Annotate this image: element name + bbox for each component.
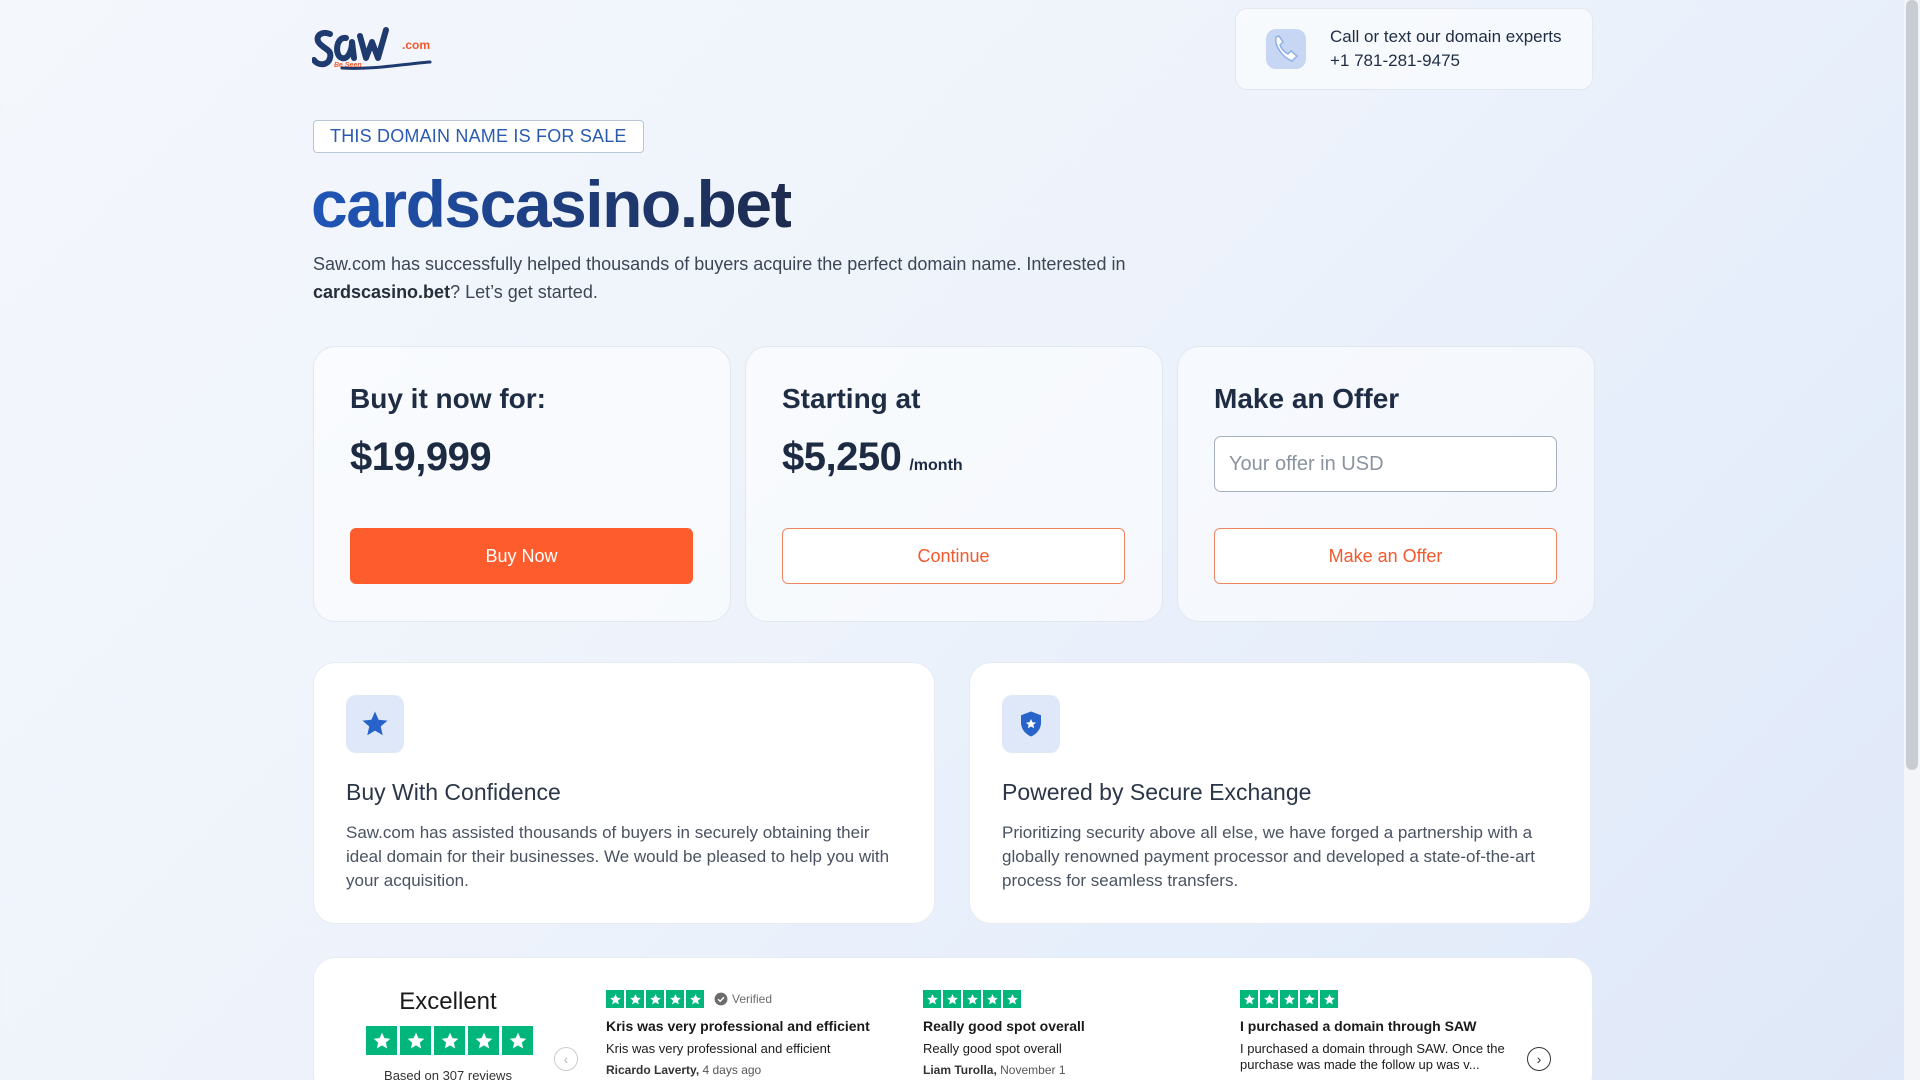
review-stars [1240, 990, 1530, 1008]
feature-card-confidence: Buy With Confidence Saw.com has assisted… [313, 662, 935, 924]
review-card[interactable]: Really good spot overall Really good spo… [923, 990, 1213, 1077]
next-review-arrow-icon[interactable]: › [1527, 1047, 1551, 1071]
lease-card: Starting at $5,250/month Continue [745, 346, 1163, 622]
domain-title: cardscasino.bet [311, 167, 793, 241]
review-stars: Verified [606, 990, 896, 1008]
review-date: 4 days ago [702, 1063, 762, 1077]
lease-period: /month [909, 457, 963, 474]
star-icon [468, 1026, 499, 1055]
star-icon [943, 990, 961, 1008]
star-icon [963, 990, 981, 1008]
contact-label: Call or text our domain experts [1330, 27, 1562, 46]
lease-title: Starting at [782, 383, 921, 414]
review-title: Kris was very professional and efficient [606, 1018, 870, 1034]
offer-card: Make an Offer Make an Offer [1177, 346, 1595, 622]
star-icon [606, 990, 624, 1008]
buy-now-title: Buy it now for: [350, 383, 546, 414]
star-icon [1280, 990, 1298, 1008]
scrollbar-thumb[interactable] [1906, 0, 1918, 770]
star-icon [1260, 990, 1278, 1008]
verified-badge: Verified [714, 992, 772, 1006]
review-count[interactable]: Based on 307 reviews [314, 1068, 582, 1080]
intro-part1: Saw.com has successfully helped thousand… [313, 254, 1126, 274]
check-circle-icon [714, 992, 728, 1006]
intro-domain: cardscasino.bet [313, 282, 451, 302]
offer-input[interactable] [1214, 436, 1557, 492]
phone-icon [1260, 23, 1312, 75]
lease-amount: $5,250 [782, 435, 902, 479]
review-body: Kris was very professional and efficient [606, 1041, 831, 1056]
shield-icon [1002, 695, 1060, 753]
feature-card-secure: Powered by Secure Exchange Prioritizing … [969, 662, 1591, 924]
buy-now-card: Buy it now for: $19,999 Buy Now [313, 346, 731, 622]
review-title: Really good spot overall [923, 1018, 1085, 1034]
lease-price: $5,250/month [782, 435, 963, 480]
buy-now-button[interactable]: Buy Now [350, 528, 693, 584]
review-author: Ricardo Laverty, 4 days ago [606, 1063, 896, 1077]
star-icon [400, 1026, 431, 1055]
prev-review-arrow-icon[interactable]: ‹ [554, 1047, 578, 1071]
feature-text: Saw.com has assisted thousands of buyers… [346, 823, 890, 890]
saw-logo[interactable]: saw.com .com Be Seen [311, 24, 434, 74]
star-icon [346, 695, 404, 753]
continue-button[interactable]: Continue [782, 528, 1125, 584]
review-stars [923, 990, 1213, 1008]
rating-stars [366, 1026, 533, 1055]
make-offer-button[interactable]: Make an Offer [1214, 528, 1557, 584]
star-icon [502, 1026, 533, 1055]
star-icon [1240, 990, 1258, 1008]
review-card[interactable]: Verified Kris was very professional and … [606, 990, 896, 1077]
star-icon [983, 990, 1001, 1008]
star-icon [1320, 990, 1338, 1008]
intro-part2: ? Let’s get started. [450, 282, 598, 302]
for-sale-badge: THIS DOMAIN NAME IS FOR SALE [313, 120, 644, 153]
review-body: Really good spot overall [923, 1041, 1062, 1056]
review-card[interactable]: I purchased a domain through SAW I purch… [1240, 990, 1530, 1073]
logo-com: .com [402, 38, 431, 52]
feature-title: Powered by Secure Exchange [1002, 779, 1312, 805]
review-title: I purchased a domain through SAW [1240, 1018, 1477, 1034]
review-author-name: Ricardo Laverty, [606, 1063, 700, 1077]
review-date: November 1 [1000, 1063, 1066, 1077]
offer-title: Make an Offer [1214, 383, 1400, 414]
buy-now-price: $19,999 [350, 435, 492, 479]
trustpilot-widget: Excellent Based on 307 reviews ‹ Verifie… [313, 957, 1593, 1080]
star-icon [366, 1026, 397, 1055]
logo-tagline: Be Seen [334, 62, 362, 69]
star-icon [434, 1026, 465, 1055]
intro-text: Saw.com has successfully helped thousand… [313, 250, 1213, 306]
star-icon [686, 990, 704, 1008]
star-icon [1003, 990, 1021, 1008]
star-icon [666, 990, 684, 1008]
contact-phone[interactable]: +1 781-281-9475 [1330, 49, 1562, 73]
feature-title: Buy With Confidence [346, 779, 561, 805]
verified-label: Verified [732, 992, 773, 1006]
star-icon [1300, 990, 1318, 1008]
review-body: I purchased a domain through SAW. Once t… [1240, 1041, 1505, 1072]
star-icon [923, 990, 941, 1008]
star-icon [626, 990, 644, 1008]
rating-word: Excellent [399, 988, 497, 1015]
review-author-name: Liam Turolla, [923, 1063, 997, 1077]
review-author: Liam Turolla, November 1 [923, 1063, 1213, 1077]
feature-text: Prioritizing security above all else, we… [1002, 823, 1535, 890]
contact-card[interactable]: Call or text our domain experts +1 781-2… [1235, 8, 1593, 90]
star-icon [646, 990, 664, 1008]
